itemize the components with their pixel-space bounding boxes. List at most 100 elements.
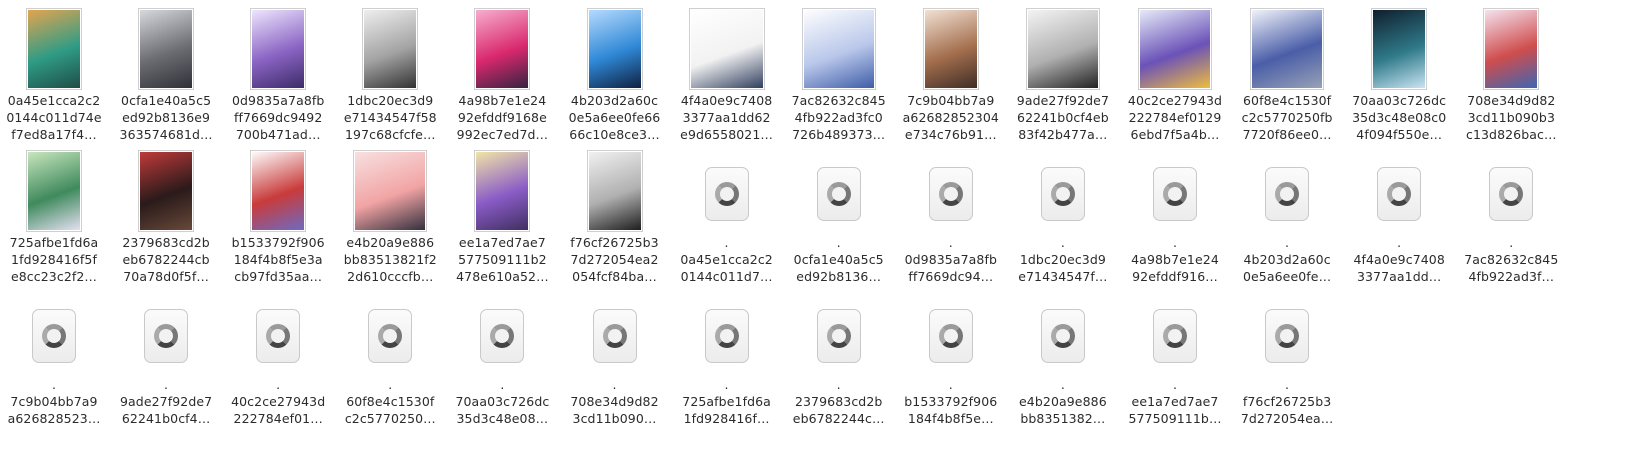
- json-ring-icon: [938, 324, 963, 348]
- file-name-label: . 4b203d2a60c 0e5a6ee0fe…: [1242, 235, 1332, 284]
- json-ring-icon: [1387, 182, 1412, 206]
- image-file-item[interactable]: 70aa03c726dc 35d3c48e08c0 4f094f550e…: [1340, 0, 1458, 145]
- json-ring-icon: [1050, 324, 1075, 348]
- file-name-label: b1533792f906 184f4b8f5e3a cb97fd35aa…: [231, 235, 325, 284]
- json-file-icon: [816, 167, 861, 221]
- file-name-label: 4f4a0e9c7408 3377aa1dd62 e9d6558021…: [680, 93, 774, 142]
- image-file-item[interactable]: 0a45e1cca2c2 0144c011d74e f7ed8a17f4…: [0, 0, 113, 145]
- json-file-item[interactable]: . b1533792f906 184f4b8f5e…: [892, 284, 1010, 429]
- json-file-item[interactable]: . 7ac82632c845 4fb922ad3f…: [1452, 142, 1570, 287]
- image-thumbnail: [474, 150, 531, 232]
- image-file-item[interactable]: 7c9b04bb7a9 a62682852304 e734c76b91…: [892, 0, 1010, 145]
- json-file-item[interactable]: . ee1a7ed7ae7 577509111b…: [1116, 284, 1234, 429]
- json-file-item[interactable]: . 725afbe1fd6a 1fd928416f…: [668, 284, 786, 429]
- image-file-item[interactable]: 7ac82632c845 4fb922ad3fc0 726b489373…: [780, 0, 898, 145]
- file-name-label: . 70aa03c726dc 35d3c48e08…: [455, 377, 550, 426]
- image-file-item[interactable]: 40c2ce27943d 222784ef0129 6ebd7f5a4b…: [1116, 0, 1234, 145]
- image-thumbnail: [250, 8, 307, 90]
- json-file-icon: [928, 167, 973, 221]
- json-file-item[interactable]: . f76cf26725b3 7d272054ea…: [1228, 284, 1346, 429]
- file-thumbnail-area: [107, 8, 225, 92]
- image-file-item[interactable]: 4b203d2a60c 0e5a6ee0fe66 66c10e8ce3…: [556, 0, 674, 145]
- image-file-item[interactable]: b1533792f906 184f4b8f5e3a cb97fd35aa…: [219, 142, 337, 287]
- image-file-item[interactable]: 0d9835a7a8fb ff7669dc9492 700b471ad…: [219, 0, 337, 145]
- file-name-label: . 7c9b04bb7a9 a626828523…: [7, 377, 101, 426]
- image-file-item[interactable]: ee1a7ed7ae7 577509111b2 478e610a52…: [443, 142, 561, 287]
- file-thumbnail-area: [668, 292, 786, 376]
- file-thumbnail-area: [331, 8, 449, 92]
- file-name-label: 1dbc20ec3d9 e71434547f58 197c68cfcfe…: [343, 93, 437, 142]
- file-thumbnail-area: [219, 8, 337, 92]
- file-thumbnail-area: [1004, 150, 1122, 234]
- json-file-item[interactable]: . 7c9b04bb7a9 a626828523…: [0, 284, 113, 429]
- image-thumbnail: [250, 150, 307, 232]
- image-file-item[interactable]: 1dbc20ec3d9 e71434547f58 197c68cfcfe…: [331, 0, 449, 145]
- file-name-label: 9ade27f92de7 62241b0cf4eb 83f42b477a…: [1016, 93, 1109, 142]
- json-file-item[interactable]: . 4f4a0e9c7408 3377aa1dd…: [1340, 142, 1458, 287]
- file-thumbnail-area: [107, 292, 225, 376]
- image-file-item[interactable]: 2379683cd2b eb6782244cb 70a78d0f5f…: [107, 142, 225, 287]
- image-file-item[interactable]: 0cfa1e40a5c5 ed92b8136e9 363574681d…: [107, 0, 225, 145]
- file-thumbnail-area: [1004, 292, 1122, 376]
- file-thumbnail-area: [780, 150, 898, 234]
- json-ring-icon: [602, 324, 627, 348]
- image-file-item[interactable]: 4a98b7e1e24 92efddf9168e 992ec7ed7d…: [443, 0, 561, 145]
- json-file-item[interactable]: . 2379683cd2b eb6782244c…: [780, 284, 898, 429]
- file-name-label: 0cfa1e40a5c5 ed92b8136e9 363574681d…: [119, 93, 213, 142]
- file-thumbnail-area: [0, 8, 113, 92]
- file-name-label: 70aa03c726dc 35d3c48e08c0 4f094f550e…: [1352, 93, 1447, 142]
- file-name-label: . 4a98b7e1e24 92efddf916…: [1131, 235, 1219, 284]
- json-file-icon: [32, 309, 76, 363]
- json-ring-icon: [826, 324, 851, 348]
- image-file-item[interactable]: e4b20a9e886 bb83513821f2 2d610cccfb…: [331, 142, 449, 287]
- file-thumbnail-area: [556, 8, 674, 92]
- json-file-item[interactable]: . 40c2ce27943d 222784ef01…: [219, 284, 337, 429]
- json-file-icon: [704, 309, 749, 363]
- image-file-item[interactable]: 725afbe1fd6a 1fd928416f5f e8cc23c2f2…: [0, 142, 113, 287]
- json-file-item[interactable]: . 4b203d2a60c 0e5a6ee0fe…: [1228, 142, 1346, 287]
- json-file-item[interactable]: . 0d9835a7a8fb ff7669dc94…: [892, 142, 1010, 287]
- image-thumbnail: [1025, 8, 1100, 90]
- file-thumbnail-area: [107, 150, 225, 234]
- file-name-label: 0d9835a7a8fb ff7669dc9492 700b471ad…: [231, 93, 325, 142]
- file-name-label: 7ac82632c845 4fb922ad3fc0 726b489373…: [791, 93, 886, 142]
- file-name-label: . e4b20a9e886 bb8351382…: [1019, 377, 1107, 426]
- json-file-icon: [1489, 167, 1534, 221]
- file-thumbnail-area: [780, 8, 898, 92]
- image-thumbnail: [1371, 8, 1428, 90]
- image-file-item[interactable]: 60f8e4c1530f c2c5770250fb 7720f86ee0…: [1228, 0, 1346, 145]
- json-file-icon: [1377, 167, 1422, 221]
- json-ring-icon: [1275, 324, 1300, 348]
- image-file-item[interactable]: 708e34d9d82 3cd11b090b3 c13d826bac…: [1452, 0, 1570, 145]
- json-file-item[interactable]: . 70aa03c726dc 35d3c48e08…: [443, 284, 561, 429]
- file-thumbnail-area: [668, 150, 786, 234]
- file-thumbnail-area: [443, 150, 561, 234]
- json-file-item[interactable]: . 0a45e1cca2c2 0144c011d7…: [668, 142, 786, 287]
- file-grid: 0a45e1cca2c2 0144c011d74e f7ed8a17f4… 0cf…: [0, 0, 1643, 459]
- json-file-item[interactable]: . 708e34d9d82 3cd11b090…: [556, 284, 674, 429]
- json-file-item[interactable]: . 4a98b7e1e24 92efddf916…: [1116, 142, 1234, 287]
- image-file-item[interactable]: f76cf26725b3 7d272054ea2 054fcf84ba…: [556, 142, 674, 287]
- file-thumbnail-area: [0, 150, 113, 234]
- file-thumbnail-area: [556, 292, 674, 376]
- image-file-item[interactable]: 9ade27f92de7 62241b0cf4eb 83f42b477a…: [1004, 0, 1122, 145]
- json-file-item[interactable]: . 1dbc20ec3d9 e71434547f…: [1004, 142, 1122, 287]
- json-ring-icon: [1275, 182, 1300, 206]
- file-name-label: . b1533792f906 184f4b8f5e…: [904, 377, 998, 426]
- json-file-item[interactable]: . 60f8e4c1530f c2c5770250…: [331, 284, 449, 429]
- json-file-icon: [1153, 167, 1197, 221]
- file-name-label: . f76cf26725b3 7d272054ea…: [1240, 377, 1334, 426]
- image-file-item[interactable]: 4f4a0e9c7408 3377aa1dd62 e9d6558021…: [668, 0, 786, 145]
- json-file-item[interactable]: . 0cfa1e40a5c5 ed92b8136…: [780, 142, 898, 287]
- file-name-label: 4a98b7e1e24 92efddf9168e 992ec7ed7d…: [456, 93, 549, 142]
- json-ring-icon: [826, 182, 851, 206]
- file-thumbnail-area: [1228, 8, 1346, 92]
- json-ring-icon: [714, 182, 739, 206]
- file-name-label: . 0a45e1cca2c2 0144c011d7…: [680, 235, 773, 284]
- image-thumbnail: [26, 150, 82, 232]
- json-file-item[interactable]: . 9ade27f92de7 62241b0cf4…: [107, 284, 225, 429]
- file-name-label: 0a45e1cca2c2 0144c011d74e f7ed8a17f4…: [6, 93, 102, 142]
- file-name-label: 725afbe1fd6a 1fd928416f5f e8cc23c2f2…: [9, 235, 99, 284]
- json-file-item[interactable]: . e4b20a9e886 bb8351382…: [1004, 284, 1122, 429]
- file-thumbnail-area: [443, 8, 561, 92]
